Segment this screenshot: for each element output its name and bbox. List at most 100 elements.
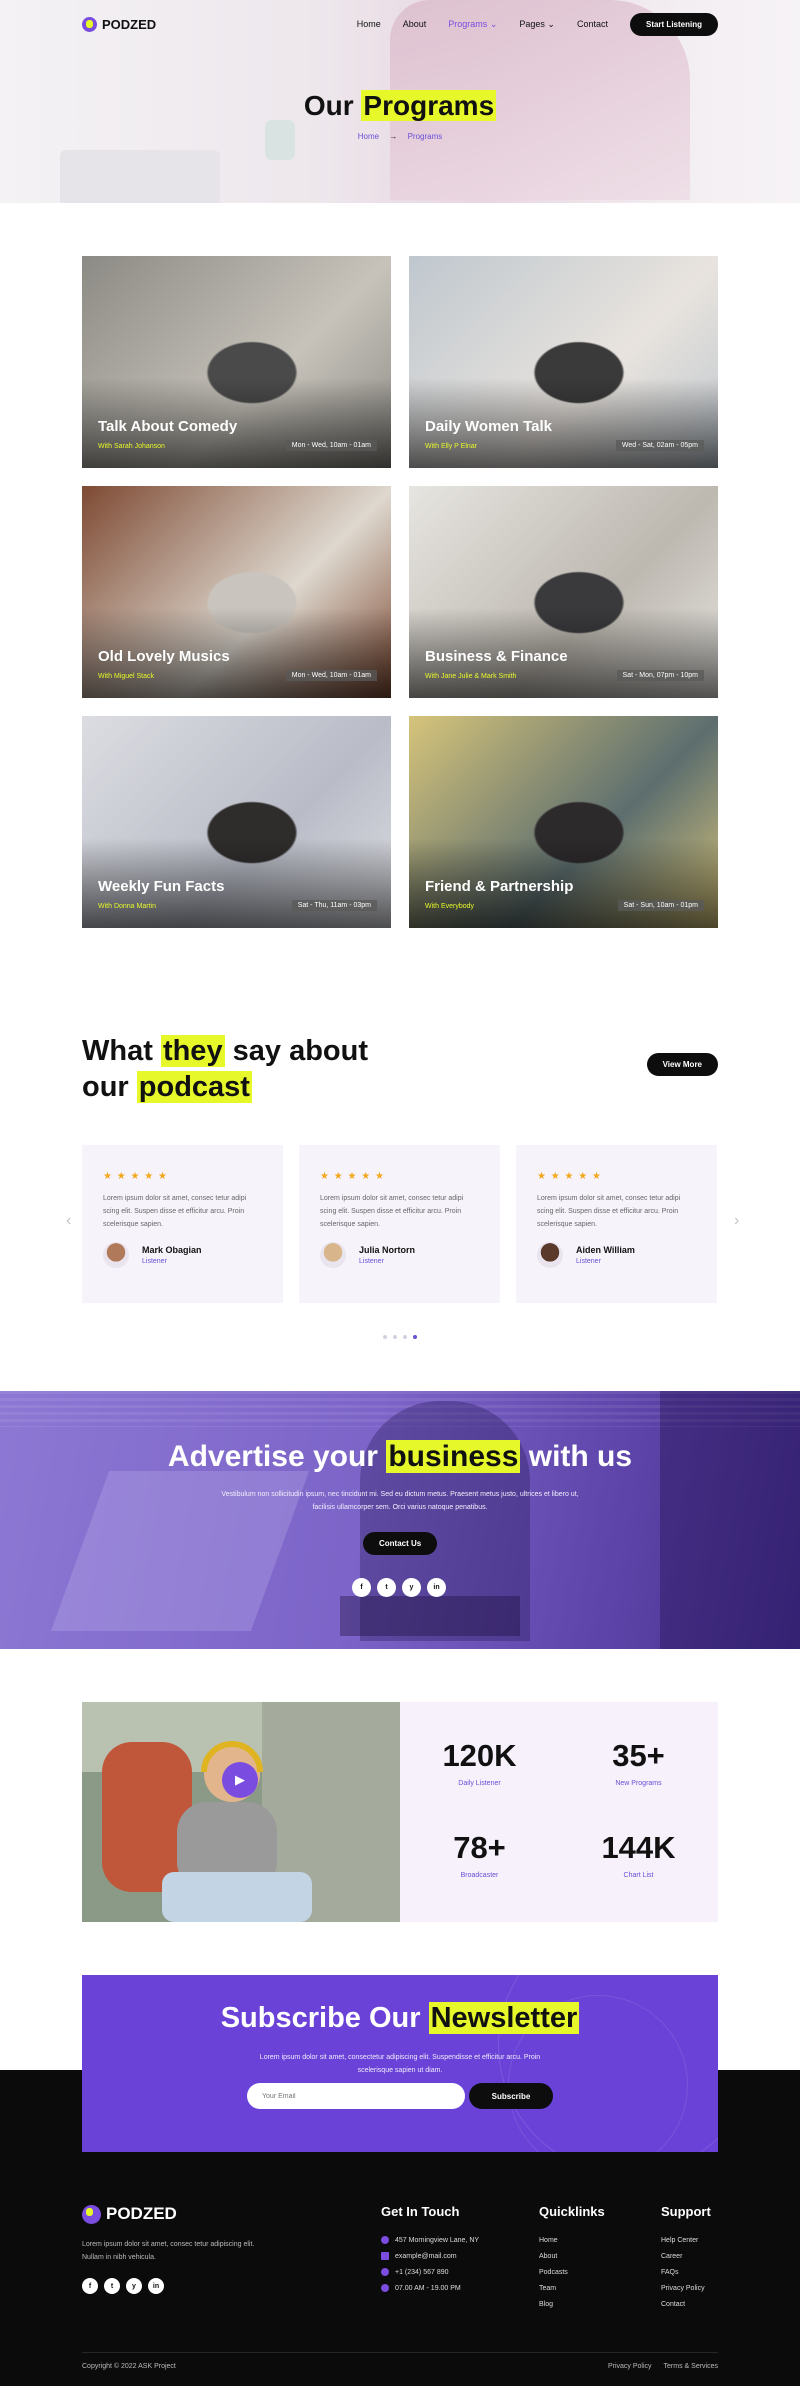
heading-text: say about — [232, 1035, 369, 1067]
program-card[interactable]: Old Lovely Musics With Miguel Stack Mon … — [82, 486, 391, 698]
testimonial-card: ★ ★ ★ ★ ★ Lorem ipsum dolor sit amet, co… — [82, 1145, 283, 1303]
youtube-icon[interactable]: y — [402, 1578, 421, 1597]
privacy-policy-link[interactable]: Privacy Policy — [608, 2363, 652, 2370]
twitter-icon[interactable]: t — [377, 1578, 396, 1597]
footer-link[interactable]: Privacy Policy — [661, 2280, 711, 2296]
testimonials-heading: What they say about our podcast — [82, 1033, 482, 1105]
chevron-left-icon[interactable]: ‹ — [66, 1212, 71, 1230]
linkedin-icon[interactable]: in — [148, 2278, 164, 2294]
breadcrumb-current: Programs — [407, 132, 443, 141]
testimonial-card: ★ ★ ★ ★ ★ Lorem ipsum dolor sit amet, co… — [299, 1145, 500, 1303]
nav-item-programs[interactable]: Programs ⌄ — [448, 19, 497, 30]
author-name: Aiden William — [576, 1245, 635, 1255]
facebook-icon[interactable]: f — [82, 2278, 98, 2294]
subscribe-button[interactable]: Subscribe — [469, 2083, 553, 2109]
stat-item: 35+ New Programs — [559, 1738, 718, 1829]
carousel-dot[interactable] — [393, 1335, 397, 1339]
footer-link[interactable]: About — [539, 2248, 605, 2264]
contact-phone[interactable]: +1 (234) 567 890 — [381, 2264, 479, 2280]
footer-link[interactable]: Podcasts — [539, 2264, 605, 2280]
carousel-dot[interactable] — [403, 1335, 407, 1339]
testimonial-text: Lorem ipsum dolor sit amet, consec tetur… — [320, 1195, 464, 1228]
star-rating-icon: ★ ★ ★ ★ ★ — [103, 1171, 168, 1182]
copyright-text: Copyright © 2022 ASK Project — [82, 2363, 176, 2370]
page-title-plain: Our — [303, 90, 354, 121]
newsletter-heading: Subscribe Our Newsletter — [82, 2002, 718, 2035]
footer-link[interactable]: Team — [539, 2280, 605, 2296]
stats-grid: 120K Daily Listener 35+ New Programs 78+… — [400, 1702, 718, 1922]
footer-link[interactable]: Career — [661, 2248, 711, 2264]
avatar — [320, 1242, 346, 1268]
footer-heading: Support — [661, 2204, 711, 2219]
terms-link[interactable]: Terms & Services — [664, 2363, 718, 2370]
footer-link[interactable]: Help Center — [661, 2232, 711, 2248]
testimonials-section: What they say about our podcast View Mor… — [82, 928, 718, 1339]
support-list: Help Center Career FAQs Privacy Policy C… — [661, 2232, 711, 2312]
nav-item-pages[interactable]: Pages ⌄ — [519, 19, 555, 30]
location-pin-icon — [381, 2236, 389, 2244]
program-card[interactable]: Business & Finance With Jane Julie & Mar… — [409, 486, 718, 698]
microphone-logo-icon — [82, 16, 97, 32]
testimonial-text: Lorem ipsum dolor sit amet, consec tetur… — [103, 1195, 247, 1228]
play-button[interactable]: ▶ — [222, 1762, 258, 1798]
heading-highlight: podcast — [136, 1071, 252, 1103]
footer-social-links: f t y in — [82, 2278, 267, 2294]
program-card[interactable]: Friend & Partnership With Everybody Sat … — [409, 716, 718, 928]
stat-item: 120K Daily Listener — [400, 1738, 559, 1829]
contact-address: 457 Morningview Lane, NY — [381, 2232, 479, 2248]
author-name: Julia Nortorn — [359, 1245, 416, 1255]
stat-value: 120K — [442, 1738, 517, 1773]
chevron-down-icon: ⌄ — [489, 18, 498, 29]
listener-photo: ▶ — [82, 1702, 400, 1922]
program-card[interactable]: Daily Women Talk With Elly P Elnar Wed -… — [409, 256, 718, 468]
contact-hours: 07.00 AM - 19.00 PM — [381, 2280, 479, 2296]
chevron-right-icon[interactable]: › — [734, 1212, 739, 1230]
linkedin-icon[interactable]: in — [427, 1578, 446, 1597]
email-field[interactable] — [247, 2083, 465, 2109]
footer-contact: Get In Touch 457 Morningview Lane, NY ex… — [381, 2204, 479, 2296]
advertise-text: Vestibulum non sollicitudin ipsum, nec t… — [221, 1491, 579, 1511]
stat-label: Broadcaster — [460, 1872, 499, 1879]
program-title: Old Lovely Musics — [98, 648, 230, 665]
phone-icon — [381, 2268, 389, 2276]
view-more-button[interactable]: View More — [646, 1053, 718, 1076]
footer-support: Support Help Center Career FAQs Privacy … — [661, 2204, 711, 2312]
contact-text: example@mail.com — [395, 2252, 457, 2260]
footer-heading: Get In Touch — [381, 2204, 460, 2219]
author-role: Listener — [576, 1258, 601, 1265]
page-title: Our Programs — [0, 90, 800, 122]
contact-us-button[interactable]: Contact Us — [363, 1532, 438, 1555]
program-title: Business & Finance — [425, 648, 568, 665]
logo-text: PODZED — [102, 16, 157, 32]
carousel-dot-active[interactable] — [413, 1335, 417, 1339]
program-schedule: Sat - Sun, 10am - 01pm — [617, 900, 704, 911]
logo[interactable]: PODZED — [82, 16, 157, 32]
carousel-dot[interactable] — [383, 1335, 387, 1339]
nav-item-contact[interactable]: Contact — [577, 19, 608, 30]
contact-email[interactable]: example@mail.com — [381, 2248, 479, 2264]
footer-link[interactable]: Contact — [661, 2296, 711, 2312]
nav-item-home[interactable]: Home — [357, 19, 381, 30]
program-schedule: Mon - Wed, 10am - 01am — [285, 670, 377, 681]
program-card[interactable]: Weekly Fun Facts With Donna Martin Sat -… — [82, 716, 391, 928]
mail-icon — [381, 2252, 389, 2260]
footer-link[interactable]: Blog — [539, 2296, 605, 2312]
stat-label: Daily Listener — [458, 1780, 501, 1787]
footer-link[interactable]: FAQs — [661, 2264, 711, 2280]
main-navigation: PODZED Home About Programs ⌄ Pages ⌄ Con… — [82, 0, 718, 48]
nav-item-about[interactable]: About — [403, 19, 427, 30]
chevron-down-icon: ⌄ — [547, 18, 555, 29]
start-listening-button[interactable]: Start Listening — [629, 12, 718, 36]
twitter-icon[interactable]: t — [104, 2278, 120, 2294]
program-host: With Donna Martin — [98, 903, 156, 910]
facebook-icon[interactable]: f — [352, 1578, 371, 1597]
contact-text: +1 (234) 567 890 — [395, 2268, 449, 2276]
footer-logo[interactable]: PODZED — [82, 2204, 267, 2224]
youtube-icon[interactable]: y — [126, 2278, 142, 2294]
program-card[interactable]: Talk About Comedy With Sarah Johanson Mo… — [82, 256, 391, 468]
footer-link[interactable]: Home — [539, 2232, 605, 2248]
star-rating-icon: ★ ★ ★ ★ ★ — [537, 1171, 602, 1182]
star-rating-icon: ★ ★ ★ ★ ★ — [320, 1171, 385, 1182]
program-host: With Jane Julie & Mark Smith — [425, 673, 517, 680]
breadcrumb-home[interactable]: Home — [358, 132, 379, 141]
